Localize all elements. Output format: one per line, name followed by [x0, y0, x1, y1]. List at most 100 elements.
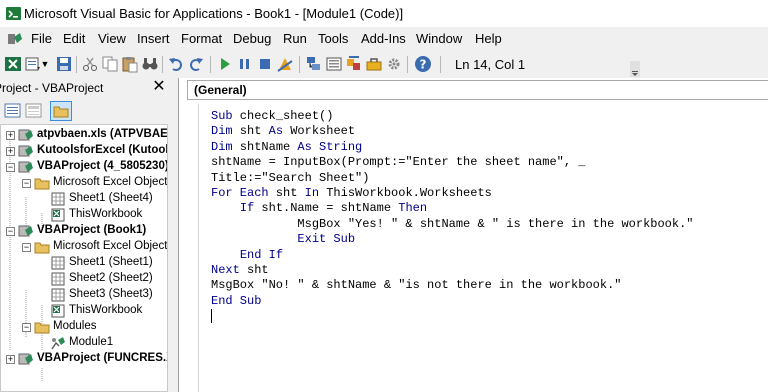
tree-node[interactable]: − VBAProject (Book1)	[1, 223, 167, 239]
run-icon[interactable]	[216, 55, 234, 73]
code-line[interactable]: MsgBox "Yes! " & shtName & " is there in…	[211, 217, 693, 232]
code-line[interactable]	[211, 309, 693, 324]
module-system-menu-icon[interactable]	[6, 31, 24, 47]
code-line[interactable]: If sht.Name = shtName Then	[211, 201, 693, 216]
code-line[interactable]: Dim sht As Worksheet	[211, 124, 693, 139]
expand-icon[interactable]: +	[6, 131, 15, 140]
project-explorer: Project - VBAProject ✕ + atpvbaen.xls (A…	[0, 78, 172, 392]
tree-node[interactable]: Sheet1 (Sheet4)	[1, 191, 167, 207]
toolbox-icon[interactable]	[365, 55, 383, 73]
tree-node[interactable]: − Modules	[1, 319, 167, 335]
collapse-icon[interactable]: −	[22, 323, 31, 332]
code-line[interactable]: Sub check_sheet()	[211, 109, 693, 124]
paste-icon[interactable]	[121, 55, 139, 73]
window-title: Microsoft Visual Basic for Applications …	[24, 6, 404, 21]
toggle-folders-icon[interactable]	[50, 101, 72, 121]
cut-icon[interactable]	[81, 55, 99, 73]
menu-format[interactable]: Format	[181, 31, 222, 46]
module-icon	[51, 337, 65, 350]
menu-view[interactable]: View	[98, 31, 126, 46]
code-keyword: End If	[239, 247, 284, 262]
code-keyword: For Each	[211, 185, 269, 200]
insert-dropdown-icon[interactable]: ▼	[40, 55, 50, 73]
redo-icon[interactable]	[187, 55, 205, 73]
code-text: Worksheet	[283, 124, 356, 139]
project-tree: + atpvbaen.xls (ATPVBAEN.XLAM) + Kutools…	[0, 124, 168, 392]
code-text: MsgBox "No! " & shtName & "is not there …	[211, 278, 622, 293]
tree-node[interactable]: Sheet2 (Sheet2)	[1, 271, 167, 287]
tree-node[interactable]: + KutoolsforExcel (KutoolsforExcel.xlam)	[1, 143, 167, 159]
close-icon[interactable]: ✕	[150, 78, 168, 96]
toolbar-separator	[76, 56, 77, 73]
code-line[interactable]: End If	[211, 248, 693, 263]
menu-help[interactable]: Help	[475, 31, 502, 46]
menu-debug[interactable]: Debug	[233, 31, 271, 46]
menu-add-ins[interactable]: Add-Ins	[361, 31, 406, 46]
toolbar-options-icon[interactable]	[630, 61, 640, 77]
collapse-icon[interactable]: −	[6, 163, 15, 172]
tree-node[interactable]: ThisWorkbook	[1, 303, 167, 319]
menu-edit[interactable]: Edit	[63, 31, 85, 46]
tree-node[interactable]: Module1	[1, 335, 167, 351]
tree-node[interactable]: + VBAProject (FUNCRES.XLAM)	[1, 351, 167, 367]
code-keyword: Exit Sub	[297, 232, 356, 247]
view-object-icon[interactable]	[25, 102, 43, 119]
reset-icon[interactable]	[256, 55, 274, 73]
project-explorer-title: Project - VBAProject	[0, 81, 104, 95]
code-line[interactable]: Exit Sub	[211, 232, 693, 247]
expand-icon[interactable]: +	[6, 355, 15, 364]
code-editor[interactable]: Sub check_sheet() Dim sht As Worksheet Dim…	[211, 109, 693, 324]
code-margin[interactable]	[179, 104, 199, 392]
expand-icon[interactable]: +	[6, 147, 15, 156]
code-text: shtName	[232, 139, 298, 154]
find-icon[interactable]	[141, 55, 159, 73]
object-selector-value: (General)	[194, 83, 247, 97]
code-line[interactable]: Next sht	[211, 263, 693, 278]
code-line[interactable]: Title:="Search Sheet")	[211, 171, 693, 186]
copy-icon[interactable]	[101, 55, 119, 73]
toolbar-separator	[407, 56, 408, 73]
tree-node[interactable]: − VBAProject (4_5805230)	[1, 159, 167, 175]
gear-icon[interactable]	[385, 55, 403, 73]
design-mode-icon[interactable]	[276, 55, 294, 73]
undo-icon[interactable]	[167, 55, 185, 73]
code-text: check_sheet()	[232, 109, 334, 123]
collapse-icon[interactable]: −	[6, 227, 15, 236]
menu-tools[interactable]: Tools	[318, 31, 348, 46]
collapse-icon[interactable]: −	[22, 243, 31, 252]
view-code-icon[interactable]	[4, 102, 22, 119]
code-keyword: As String	[297, 139, 363, 154]
menu-window[interactable]: Window	[416, 31, 462, 46]
code-line[interactable]: Dim shtName As String	[211, 140, 693, 155]
menu-run[interactable]: Run	[283, 31, 307, 46]
code-line[interactable]: shtName = InputBox(Prompt:="Enter the sh…	[211, 155, 693, 170]
save-icon[interactable]	[55, 55, 73, 73]
properties-window-icon[interactable]	[325, 55, 343, 73]
code-line[interactable]: MsgBox "No! " & shtName & "is not there …	[211, 278, 693, 293]
code-keyword: End Sub	[211, 293, 262, 308]
toolbar-separator	[299, 56, 300, 73]
tree-node[interactable]: ThisWorkbook	[1, 207, 167, 223]
code-text: sht.Name = shtName	[254, 201, 399, 216]
tree-node[interactable]: + atpvbaen.xls (ATPVBAEN.XLAM)	[1, 127, 167, 143]
code-line[interactable]: End Sub	[211, 294, 693, 309]
view-excel-icon[interactable]	[4, 55, 22, 73]
tree-node[interactable]: Sheet1 (Sheet1)	[1, 255, 167, 271]
code-keyword: Sub	[211, 109, 233, 123]
help-icon[interactable]: ?	[414, 55, 432, 73]
tree-node[interactable]: − Microsoft Excel Objects	[1, 239, 167, 255]
vba-app-icon	[6, 7, 21, 20]
folder-icon	[34, 242, 50, 254]
menu-file[interactable]: File	[31, 31, 52, 46]
object-selector[interactable]: (General)	[187, 80, 768, 100]
code-text: sht	[232, 124, 269, 139]
project-explorer-icon[interactable]	[305, 55, 323, 73]
break-icon[interactable]	[236, 55, 254, 73]
tree-node[interactable]: − Microsoft Excel Objects	[1, 175, 167, 191]
object-browser-icon[interactable]	[345, 55, 363, 73]
code-line[interactable]: For Each sht In ThisWorkbook.Worksheets	[211, 186, 693, 201]
code-keyword: Dim	[211, 124, 233, 139]
tree-node[interactable]: Sheet3 (Sheet3)	[1, 287, 167, 303]
menu-insert[interactable]: Insert	[137, 31, 170, 46]
collapse-icon[interactable]: −	[22, 179, 31, 188]
